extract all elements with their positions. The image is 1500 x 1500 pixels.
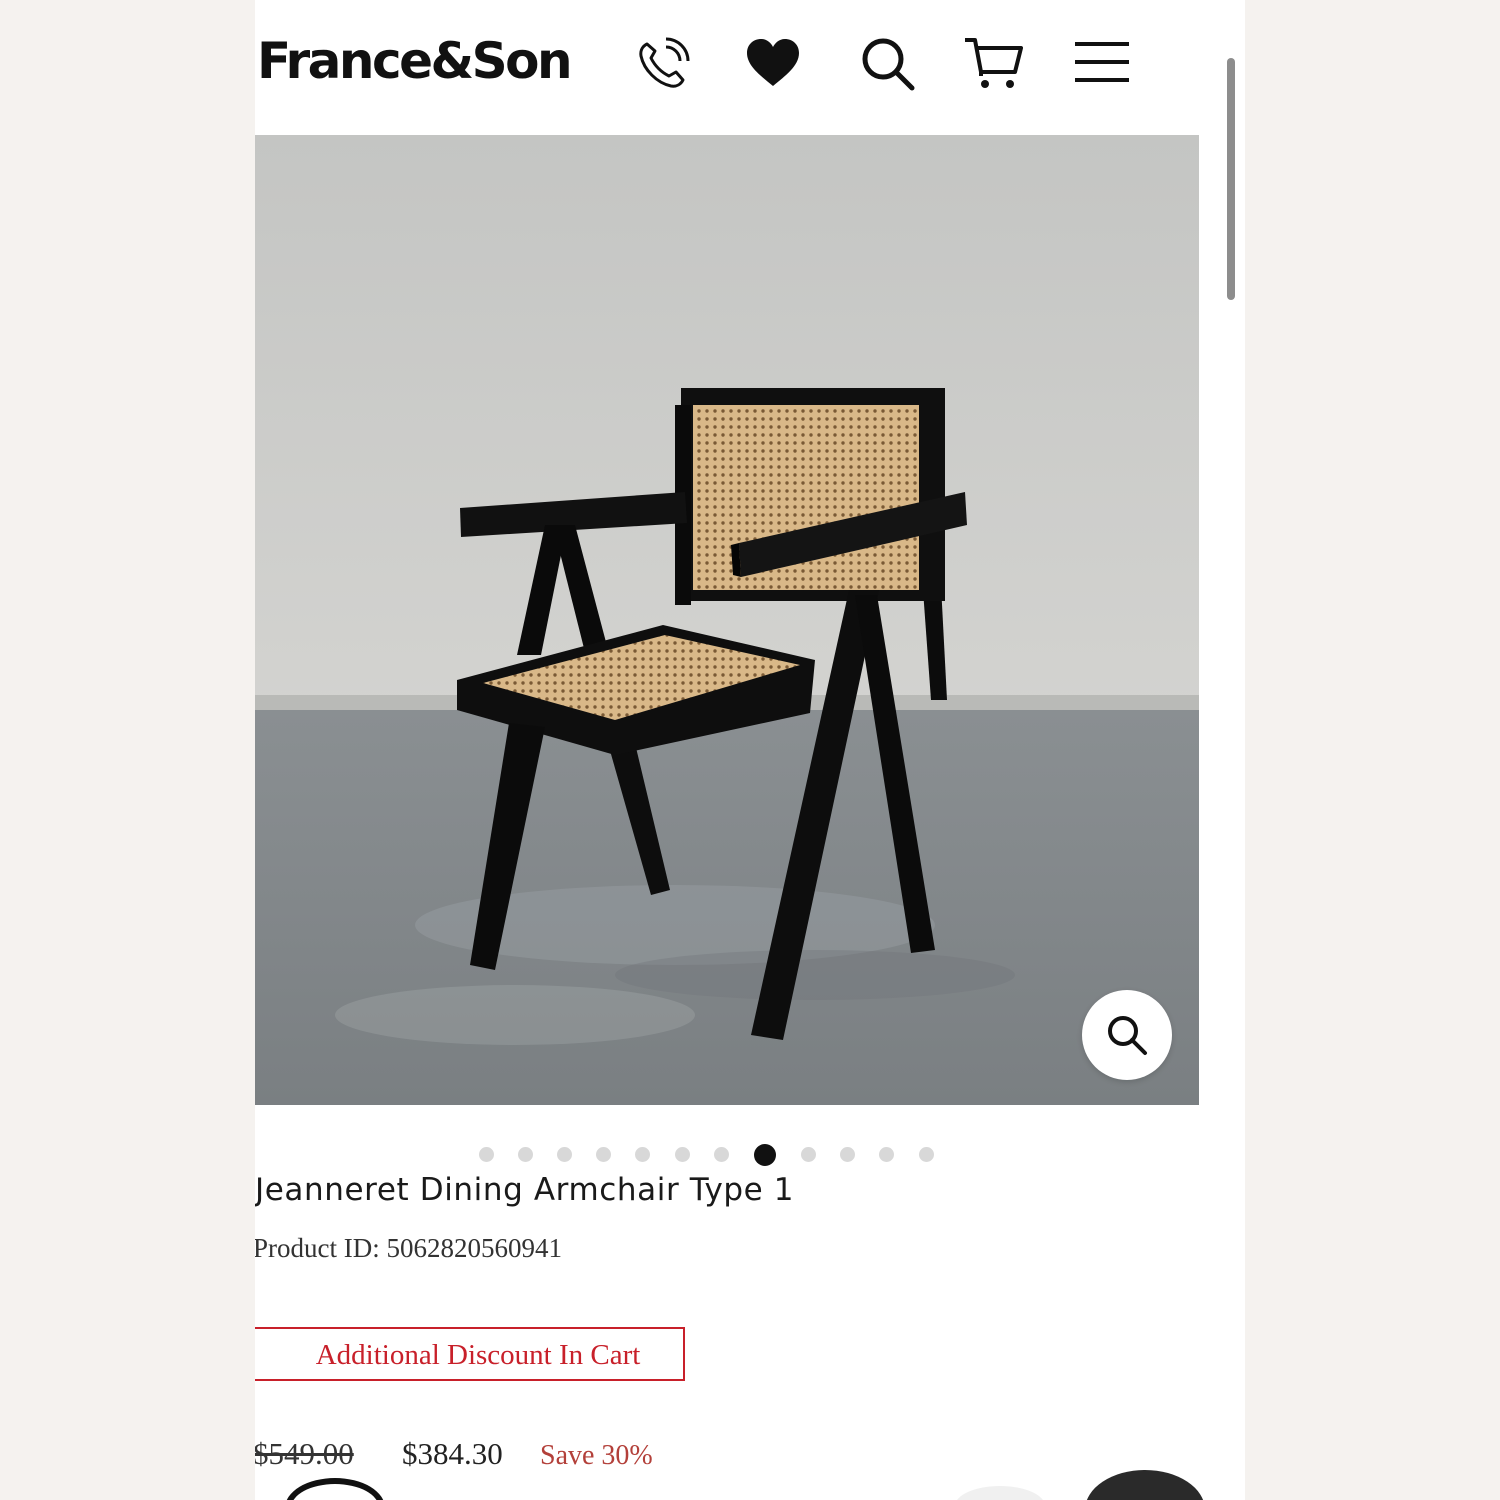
cart-icon[interactable] (963, 34, 1023, 94)
zoom-icon (1108, 1016, 1147, 1055)
heart-icon[interactable] (743, 34, 803, 94)
carousel-dot[interactable] (714, 1147, 729, 1162)
scrollbar[interactable] (1227, 58, 1235, 300)
savings-label: Save 30% (540, 1440, 653, 1471)
product-id: Product ID: 5062820560941 (255, 1233, 562, 1263)
carousel-dot[interactable] (879, 1147, 894, 1162)
partial-icon-left[interactable] (285, 1478, 385, 1500)
product-title: Jeanneret Dining Armchair Type 1 (255, 1172, 795, 1208)
discount-badge[interactable]: Additional Discount In Cart (255, 1327, 685, 1381)
carousel-dot[interactable] (635, 1147, 650, 1162)
carousel-dot[interactable] (557, 1147, 572, 1162)
sale-price: $384.30 (402, 1436, 503, 1471)
product-image[interactable] (255, 135, 1199, 1105)
original-price: $549.00 (255, 1436, 354, 1471)
zoom-button[interactable] (1082, 990, 1172, 1080)
carousel-dot[interactable] (801, 1147, 816, 1162)
carousel-dot-active[interactable] (754, 1144, 776, 1166)
partial-button-right[interactable] (1085, 1470, 1205, 1500)
carousel-dot[interactable] (518, 1147, 533, 1162)
search-icon[interactable] (858, 34, 918, 94)
menu-icon[interactable] (1071, 34, 1131, 94)
carousel-dot[interactable] (840, 1147, 855, 1162)
brand-logo[interactable]: France&Son (257, 32, 573, 90)
carousel-dot[interactable] (596, 1147, 611, 1162)
carousel-dot[interactable] (479, 1147, 494, 1162)
mobile-page: France&Son Jeanneret Dining Armchair Typ… (255, 0, 1245, 1500)
carousel-dot[interactable] (919, 1147, 934, 1162)
carousel-dot[interactable] (675, 1147, 690, 1162)
phone-icon[interactable] (633, 34, 693, 94)
partial-element (955, 1486, 1045, 1500)
